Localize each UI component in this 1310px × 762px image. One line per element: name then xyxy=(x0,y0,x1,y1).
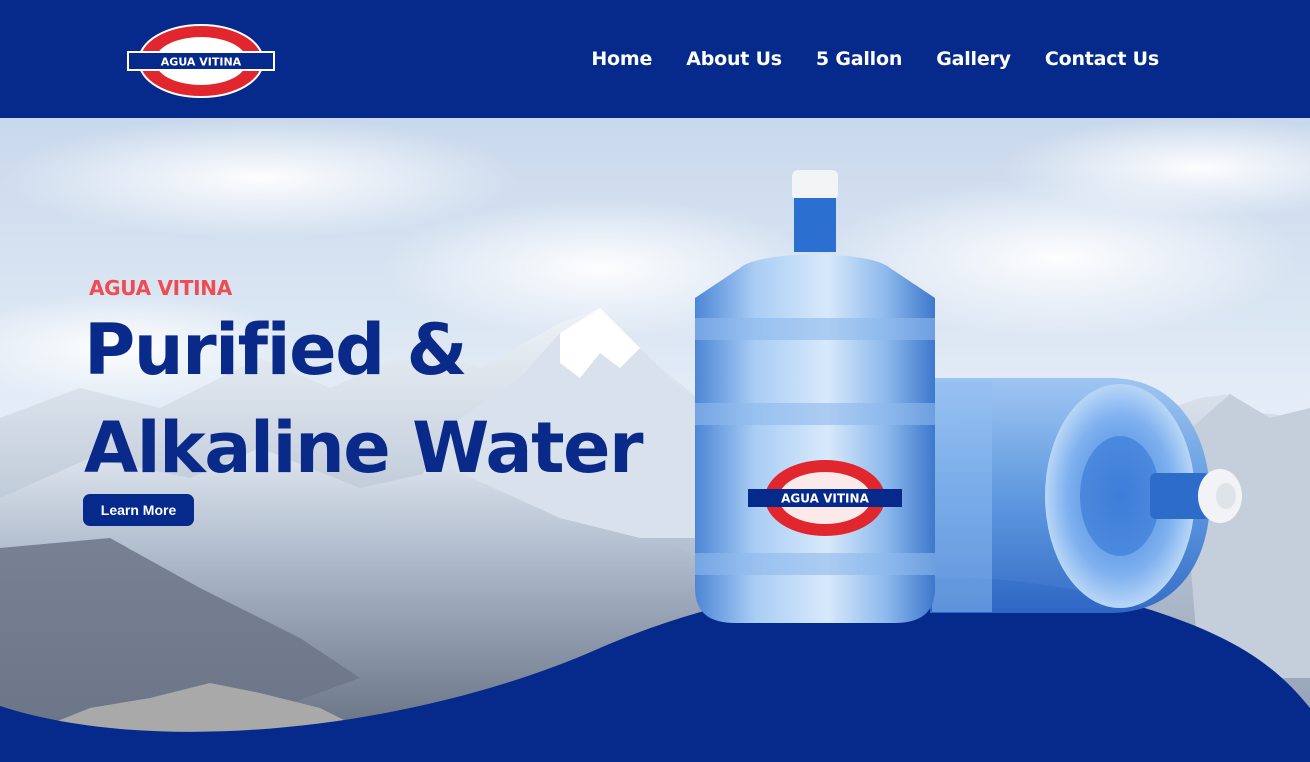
agua-vitina-logo[interactable]: AGUA VITINA xyxy=(126,22,276,100)
hero-section: AGUA VITINA Purified & Alkaline Water Le… xyxy=(0,118,1310,762)
hero-kicker: AGUA VITINA xyxy=(89,276,232,300)
nav-about-us[interactable]: About Us xyxy=(686,48,782,70)
logo-text: AGUA VITINA xyxy=(161,56,242,69)
lying-jug xyxy=(930,378,1242,613)
headline-line-1: Purified & xyxy=(84,309,468,391)
jug-label-text: AGUA VITINA xyxy=(781,492,869,506)
main-nav: Home About Us 5 Gallon Gallery Contact U… xyxy=(591,48,1159,70)
hero-headline: Purified & Alkaline Water xyxy=(84,301,644,497)
nav-5-gallon[interactable]: 5 Gallon xyxy=(816,48,902,70)
nav-home[interactable]: Home xyxy=(591,48,652,70)
learn-more-button[interactable]: Learn More xyxy=(83,494,194,526)
standing-jug: AGUA VITINA xyxy=(695,170,935,623)
site-header: AGUA VITINA Home About Us 5 Gallon Galle… xyxy=(0,0,1310,118)
headline-line-2: Alkaline Water xyxy=(84,407,644,489)
nav-gallery[interactable]: Gallery xyxy=(936,48,1011,70)
nav-contact-us[interactable]: Contact Us xyxy=(1045,48,1159,70)
water-jugs-image: AGUA VITINA xyxy=(695,170,1242,623)
